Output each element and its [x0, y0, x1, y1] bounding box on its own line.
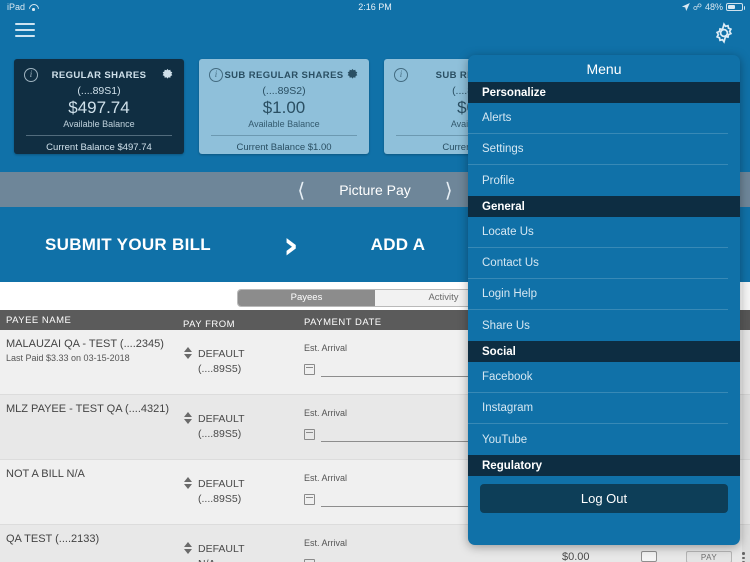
pay-from-value: DEFAULT (....89S5)	[198, 413, 245, 440]
pay-from-value: DEFAULT (....89S5)	[198, 478, 245, 505]
menu-item-alerts[interactable]: Alerts	[468, 103, 728, 134]
account-available-label: Available Balance	[63, 119, 135, 129]
chevron-left-icon[interactable]: ⟨	[297, 180, 305, 200]
location-arrow-icon	[681, 3, 690, 11]
account-current-balance: Current Balance $1.00	[236, 142, 332, 153]
calendar-icon[interactable]	[304, 429, 315, 440]
payee-name: QA TEST (....2133)	[6, 533, 100, 545]
payment-date-cell[interactable]: Est. Arrival	[304, 468, 484, 507]
partial-row-controls: $0.00 PAY	[0, 551, 750, 562]
menu-item-facebook[interactable]: Facebook	[468, 362, 728, 393]
menu-item-settings[interactable]: Settings	[468, 134, 728, 165]
est-arrival-label: Est. Arrival	[304, 473, 348, 483]
date-input-line[interactable]	[321, 430, 484, 442]
gear-icon[interactable]	[161, 68, 174, 81]
logout-wrapper: Log Out	[468, 476, 740, 513]
info-icon[interactable]: i	[394, 68, 408, 82]
payee-cell: NOT A BILL N/A	[0, 468, 183, 483]
payee-cell: MLZ PAYEE - TEST QA (....4321)	[0, 403, 183, 418]
payee-cell: QA TEST (....2133)	[0, 533, 183, 548]
battery-icon	[726, 3, 745, 11]
menu-item-instagram[interactable]: Instagram	[468, 393, 728, 424]
payee-last-paid: Last Paid $3.33 on 03-15-2018	[6, 353, 130, 363]
menu-item-share-us[interactable]: Share Us	[468, 310, 728, 341]
payment-date-cell[interactable]: Est. Arrival	[304, 338, 484, 377]
divider	[26, 135, 172, 136]
stepper-up-down-icon[interactable]	[183, 347, 192, 377]
chevron-right-icon[interactable]: ⟩	[445, 180, 453, 200]
menu-popover: Menu Personalize Alerts Settings Profile…	[468, 55, 740, 545]
battery-percent-label: 48%	[704, 2, 723, 12]
date-input[interactable]	[304, 364, 484, 377]
est-arrival-label: Est. Arrival	[304, 343, 348, 353]
pay-button[interactable]: PAY	[686, 551, 732, 562]
payee-cell: MALAUZAI QA - TEST (....2345) Last Paid …	[0, 338, 183, 363]
account-available-label: Available Balance	[248, 119, 320, 129]
payment-date-cell[interactable]: Est. Arrival	[304, 403, 484, 442]
payee-name: MLZ PAYEE - TEST QA (....4321)	[6, 403, 170, 415]
menu-item-youtube[interactable]: YouTube	[468, 424, 728, 455]
info-icon[interactable]: i	[209, 68, 223, 82]
stepper-up-down-icon[interactable]	[183, 412, 192, 442]
menu-section-general: General	[468, 196, 740, 217]
status-bar: iPad 2:16 PM ☍ 48%	[0, 0, 750, 14]
divider	[211, 135, 357, 136]
est-arrival-label: Est. Arrival	[304, 538, 348, 548]
menu-item-contact-us[interactable]: Contact Us	[468, 248, 728, 279]
date-input[interactable]	[304, 494, 484, 507]
menu-section-regulatory: Regulatory	[468, 455, 740, 476]
menu-item-profile[interactable]: Profile	[468, 165, 728, 196]
vertical-scrollbar[interactable]	[742, 282, 750, 562]
tab-payees[interactable]: Payees	[238, 290, 375, 306]
account-card-header: i REGULAR SHARES	[24, 68, 174, 82]
payee-name: NOT A BILL N/A	[6, 468, 85, 480]
pay-from-cell[interactable]: DEFAULT (....89S5)	[183, 403, 304, 442]
account-amount: $497.74	[68, 98, 130, 117]
status-bar-right: ☍ 48%	[681, 1, 745, 12]
app-nav-bar	[0, 14, 750, 50]
gear-icon[interactable]	[346, 68, 359, 81]
menu-item-locate-us[interactable]: Locate Us	[468, 217, 728, 248]
account-name: SUB REGULAR SHARES	[224, 69, 344, 81]
account-card[interactable]: i SUB REGULAR SHARES (....89S2) $1.00 Av…	[199, 59, 369, 154]
info-icon[interactable]: i	[24, 68, 38, 82]
chevron-right-icon[interactable]: ›	[283, 226, 299, 264]
calendar-icon[interactable]	[304, 494, 315, 505]
date-input[interactable]	[304, 429, 484, 442]
status-bar-time: 2:16 PM	[358, 2, 392, 12]
row-amount-value: $0.00	[562, 551, 590, 562]
menu-section-social: Social	[468, 341, 740, 362]
submit-bill-label: SUBMIT YOUR BILL	[45, 234, 211, 254]
logout-button[interactable]: Log Out	[480, 484, 728, 513]
menu-item-login-help[interactable]: Login Help	[468, 279, 728, 310]
calendar-icon[interactable]	[304, 364, 315, 375]
add-account-label: ADD A	[370, 234, 426, 254]
bluetooth-icon: ☍	[692, 1, 702, 12]
account-number: (....89S2)	[262, 85, 306, 97]
account-name: REGULAR SHARES	[51, 69, 147, 81]
account-current-balance: Current Balance $497.74	[46, 142, 152, 153]
pay-from-cell[interactable]: DEFAULT (....89S5)	[183, 338, 304, 377]
date-input-line[interactable]	[321, 495, 484, 507]
account-card[interactable]: i REGULAR SHARES (....89S1) $497.74 Avai…	[14, 59, 184, 154]
hamburger-icon[interactable]	[15, 23, 35, 39]
column-header-payee-name: PAYEE NAME	[6, 314, 72, 326]
carousel-title: Picture Pay	[339, 181, 411, 198]
account-number: (....89S1)	[77, 85, 121, 97]
menu-section-personalize: Personalize	[468, 82, 740, 103]
pay-from-cell[interactable]: DEFAULT (....89S5)	[183, 468, 304, 507]
account-amount: $1.00	[262, 98, 306, 117]
pay-from-value: DEFAULT (....89S5)	[198, 348, 245, 375]
column-header-pay-from: PAY FROM	[183, 319, 236, 330]
gear-icon[interactable]	[712, 21, 736, 45]
menu-title: Menu	[586, 60, 622, 77]
est-arrival-label: Est. Arrival	[304, 408, 348, 418]
account-card-header: i SUB REGULAR SHARES	[209, 68, 359, 82]
memo-icon[interactable]	[641, 551, 657, 562]
stepper-up-down-icon[interactable]	[183, 477, 192, 507]
date-input-line[interactable]	[321, 365, 484, 377]
payee-name: MALAUZAI QA - TEST (....2345)	[6, 338, 164, 350]
column-header-payment-date: PAYMENT DATE	[304, 317, 382, 328]
